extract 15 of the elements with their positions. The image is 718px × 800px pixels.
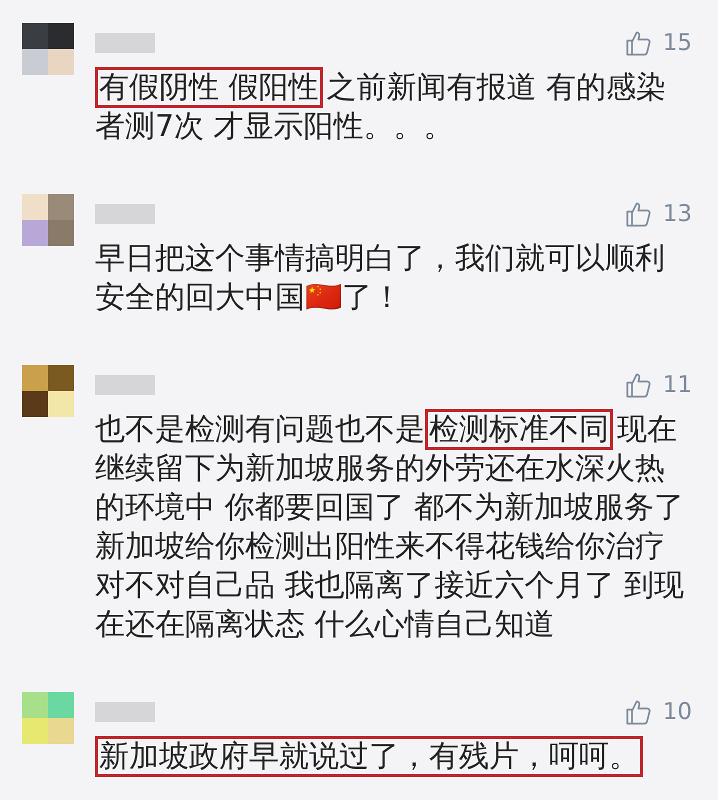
thumbs-up-icon[interactable] [624, 29, 653, 57]
like-count: 15 [662, 30, 692, 56]
comment-text: 也不是检测有问题也不是检测标准不同 现在继续留下为新加坡服务的外劳还在水深火热的环境中 你都要回国了 都不为新加坡服务了新加坡给你检测出阳性来不得花钱给你治疗对不对自己品 我也隔离了接近六个月了 到现在还在隔离状态 什么心情自己知道 [95, 410, 693, 644]
thumbs-up-icon[interactable] [624, 371, 653, 399]
like-count: 10 [662, 699, 692, 725]
blurred-name [95, 702, 155, 722]
like-count: 11 [662, 372, 692, 398]
thumbs-up-icon[interactable] [624, 698, 653, 726]
like-count: 13 [662, 201, 692, 227]
blurred-name [95, 204, 155, 224]
thumbs-up-icon[interactable] [624, 200, 653, 228]
comment-text: 早日把这个事情搞明白了，我们就可以顺利安全的回大中国🇨🇳了！ [95, 240, 666, 317]
blurred-name [95, 375, 155, 395]
blurred-name [95, 33, 155, 53]
comment-text: 有假阴性 假阳性 之前新闻有报道 有的感染者测7次 才显示阳性。。。 [95, 68, 693, 146]
